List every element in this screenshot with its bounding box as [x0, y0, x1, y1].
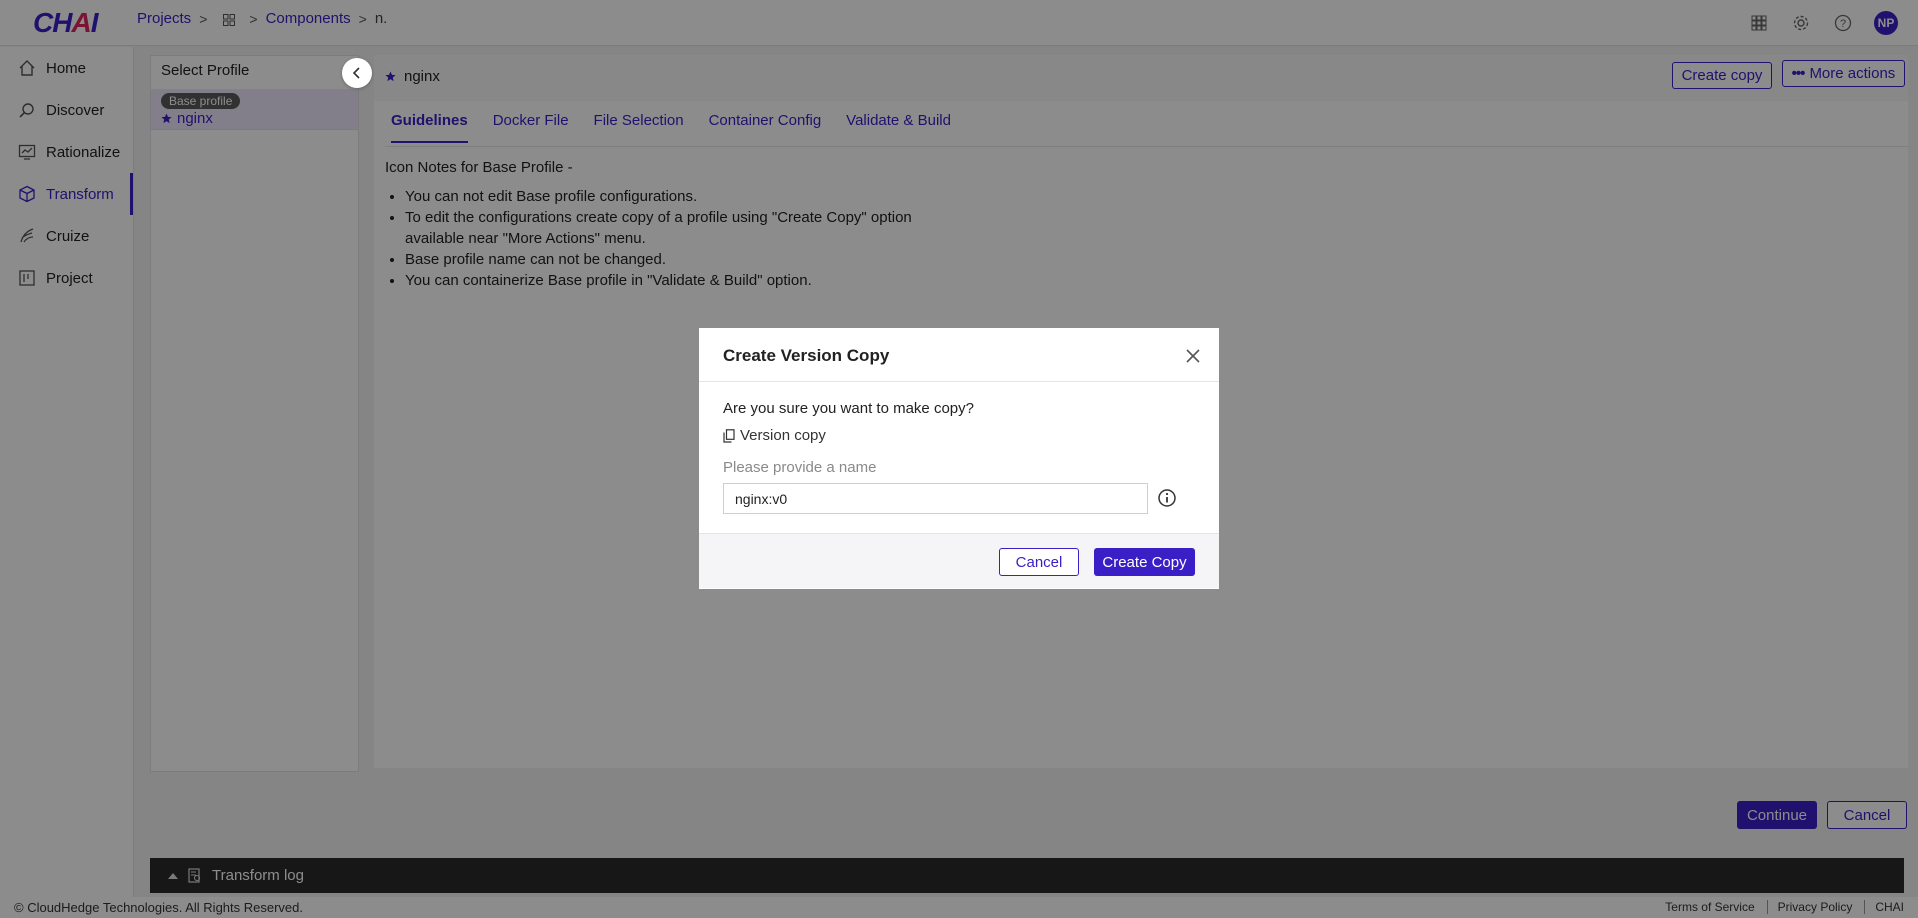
collapse-panel-button[interactable] — [342, 58, 372, 88]
version-copy-text: Version copy — [740, 427, 826, 444]
dialog-footer: Cancel Create Copy — [699, 533, 1219, 588]
dialog-body: Are you sure you want to make copy? Vers… — [699, 382, 1219, 533]
dialog-cancel-button[interactable]: Cancel — [999, 548, 1079, 576]
confirm-text: Are you sure you want to make copy? — [723, 400, 974, 417]
dialog-header: Create Version Copy — [699, 328, 1219, 382]
copy-icon — [723, 428, 735, 443]
create-version-copy-dialog: Create Version Copy Are you sure you wan… — [699, 328, 1219, 589]
copy-name-input[interactable] — [723, 483, 1148, 514]
dialog-create-copy-button[interactable]: Create Copy — [1094, 548, 1195, 576]
close-icon[interactable] — [1185, 348, 1201, 364]
info-icon[interactable] — [1157, 488, 1177, 508]
name-field-label: Please provide a name — [723, 459, 877, 476]
chevron-left-icon — [352, 67, 360, 79]
version-copy-label: Version copy — [723, 427, 826, 444]
dialog-title: Create Version Copy — [723, 346, 890, 365]
